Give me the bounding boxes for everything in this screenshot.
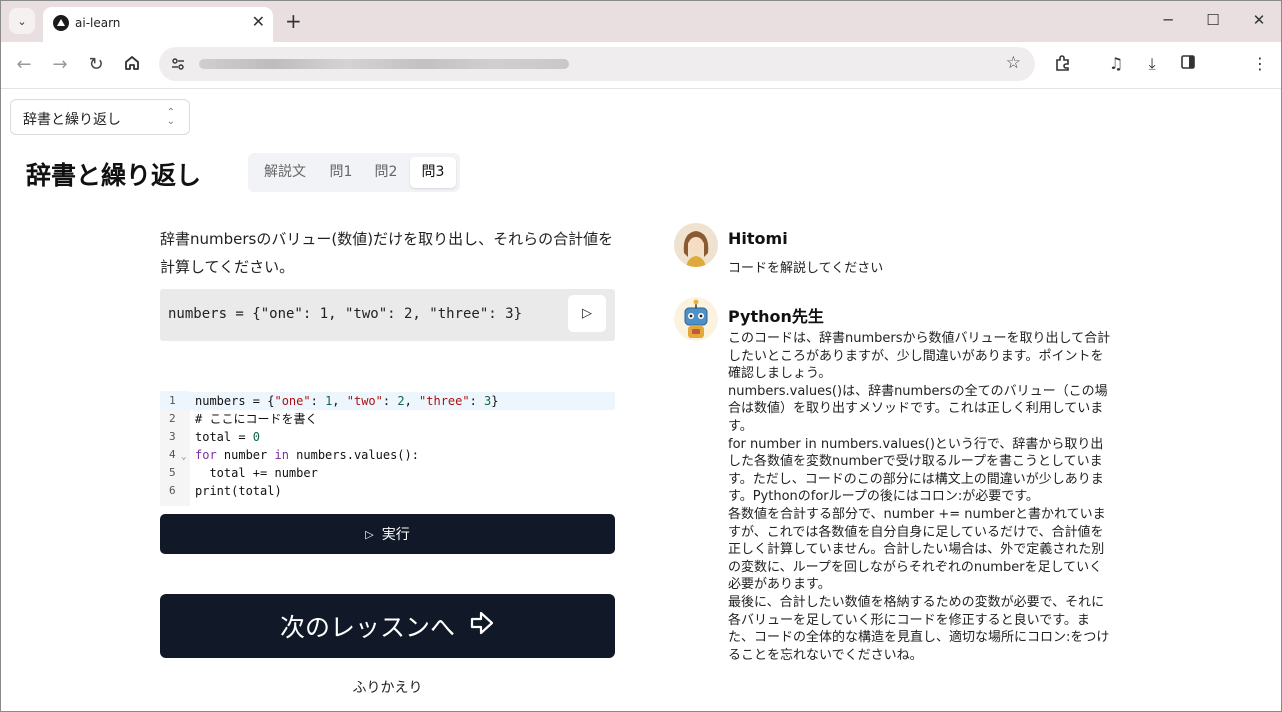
run-button-label: 実行 xyxy=(381,527,410,543)
site-info-icon[interactable] xyxy=(167,53,189,75)
lesson-tabs: 解説文 問1 問2 問3 xyxy=(248,153,460,192)
answer-paragraph: numbers.values()は、辞書numbersの全てのバリュー（この場合… xyxy=(728,383,1108,434)
lesson-select-value: 辞書と繰り返し xyxy=(23,112,121,128)
tab-q1[interactable]: 問1 xyxy=(320,157,362,188)
arrow-right-icon xyxy=(469,610,495,642)
line-code: # ここにコードを書く xyxy=(195,412,318,426)
sample-code: numbers = {"one": 1, "two": 2, "three": … xyxy=(168,306,523,322)
browser-window: ⌄ ai-learn ✕ + ─ ☐ ✕ ← → ↻ ☆ ♫ ⤓ ⋮ 辞書と繰り… xyxy=(0,0,1282,712)
favicon-icon xyxy=(53,15,69,31)
tab-explanation[interactable]: 解説文 xyxy=(256,157,314,188)
download-icon[interactable]: ⤓ xyxy=(1141,54,1163,74)
blurred-url xyxy=(199,59,569,69)
user-name: Hitomi xyxy=(728,229,788,248)
user-avatar xyxy=(674,223,718,267)
editor-line[interactable]: 4 ⌄ for number in numbers.values(): xyxy=(160,446,615,464)
line-number: 3 xyxy=(169,430,176,443)
line-number: 5 xyxy=(169,466,176,479)
line-code: total = 0 xyxy=(195,430,261,444)
next-lesson-label: 次のレッスンへ xyxy=(279,613,455,642)
new-tab-button[interactable]: + xyxy=(285,9,302,33)
code-editor[interactable]: 1 numbers = {"one": 1, "two": 2, "three"… xyxy=(160,391,615,506)
line-code: numbers = {"one": 1, "two": 2, "three": … xyxy=(195,394,499,408)
close-window-button[interactable]: ✕ xyxy=(1249,11,1269,29)
tab-q3[interactable]: 問3 xyxy=(410,157,456,188)
minimize-button[interactable]: ─ xyxy=(1158,11,1178,29)
forward-icon[interactable]: → xyxy=(49,54,71,75)
line-code: for number in numbers.values(): xyxy=(195,448,419,462)
extensions-icon[interactable] xyxy=(1052,54,1074,76)
chevron-down-icon: ⌄ xyxy=(17,14,27,28)
back-icon[interactable]: ← xyxy=(13,54,35,75)
line-number: 6 xyxy=(169,484,176,497)
title-bar: ⌄ ai-learn ✕ + ─ ☐ ✕ xyxy=(1,1,1281,42)
run-button[interactable]: ▷ 実行 xyxy=(160,514,615,554)
review-link[interactable]: ふりかえり xyxy=(160,677,615,697)
editor-line[interactable]: 5 total += number xyxy=(160,464,615,482)
tab-search-button[interactable]: ⌄ xyxy=(9,8,35,34)
bookmark-star-icon[interactable]: ☆ xyxy=(1006,53,1021,73)
answer-paragraph: このコードは、辞書numbersから数値バリューを取り出して合計したいところがあ… xyxy=(728,331,1111,382)
user-message: コードを解説してください xyxy=(728,261,884,276)
question-text: 辞書numbersのバリュー(数値)だけを取り出し、それらの合計値を計算してくだ… xyxy=(160,230,614,276)
teacher-avatar xyxy=(674,297,718,341)
browser-menu-icon[interactable]: ⋮ xyxy=(1249,54,1271,73)
browser-toolbar: ← → ↻ ☆ ♫ ⤓ ⋮ xyxy=(1,42,1281,89)
sample-code-block: numbers = {"one": 1, "two": 2, "three": … xyxy=(160,289,615,341)
play-icon: ▷ xyxy=(582,306,592,321)
answer-paragraph: 最後に、合計したい数値を格納するための変数が必要で、それに各バリューを足していく… xyxy=(728,594,1110,663)
answer-paragraph: 各数値を合計する部分で、number += numberと書かれていますが、これ… xyxy=(728,506,1106,593)
tab-title: ai-learn xyxy=(75,16,121,30)
teacher-answer: このコードは、辞書numbersから数値バリューを取り出して合計したいところがあ… xyxy=(728,330,1113,664)
editor-line[interactable]: 2 # ここにコードを書く xyxy=(160,410,615,428)
answer-paragraph: for number in numbers.values()という行で、辞書から… xyxy=(728,436,1104,505)
editor-line[interactable]: 6 print(total) xyxy=(160,482,615,500)
page-title: 辞書と繰り返し xyxy=(26,161,202,190)
side-panel-icon[interactable] xyxy=(1177,54,1199,74)
line-number: 2 xyxy=(169,412,176,425)
play-icon: ▷ xyxy=(365,527,374,541)
lesson-select[interactable]: 辞書と繰り返し ⌃ ⌄ xyxy=(10,99,190,135)
line-code: total += number xyxy=(195,466,318,480)
home-icon[interactable] xyxy=(121,54,143,77)
editor-line[interactable]: 3 total = 0 xyxy=(160,428,615,446)
browser-tab[interactable]: ai-learn ✕ xyxy=(43,7,273,42)
address-bar[interactable]: ☆ xyxy=(159,47,1035,81)
run-sample-button[interactable]: ▷ xyxy=(568,295,606,332)
line-number: 4 xyxy=(169,448,176,461)
tab-close-button[interactable]: ✕ xyxy=(252,12,265,31)
tab-q2[interactable]: 問2 xyxy=(365,157,407,188)
editor-line[interactable]: 1 numbers = {"one": 1, "two": 2, "three"… xyxy=(160,392,615,410)
line-code: print(total) xyxy=(195,484,282,498)
maximize-button[interactable]: ☐ xyxy=(1203,11,1223,29)
reload-icon[interactable]: ↻ xyxy=(85,54,107,75)
line-number: 1 xyxy=(169,394,176,407)
chevron-up-down-icon: ⌃ ⌄ xyxy=(166,107,175,127)
teacher-name: Python先生 xyxy=(728,307,824,326)
media-control-icon[interactable]: ♫ xyxy=(1105,54,1127,73)
next-lesson-button[interactable]: 次のレッスンへ xyxy=(160,594,615,658)
